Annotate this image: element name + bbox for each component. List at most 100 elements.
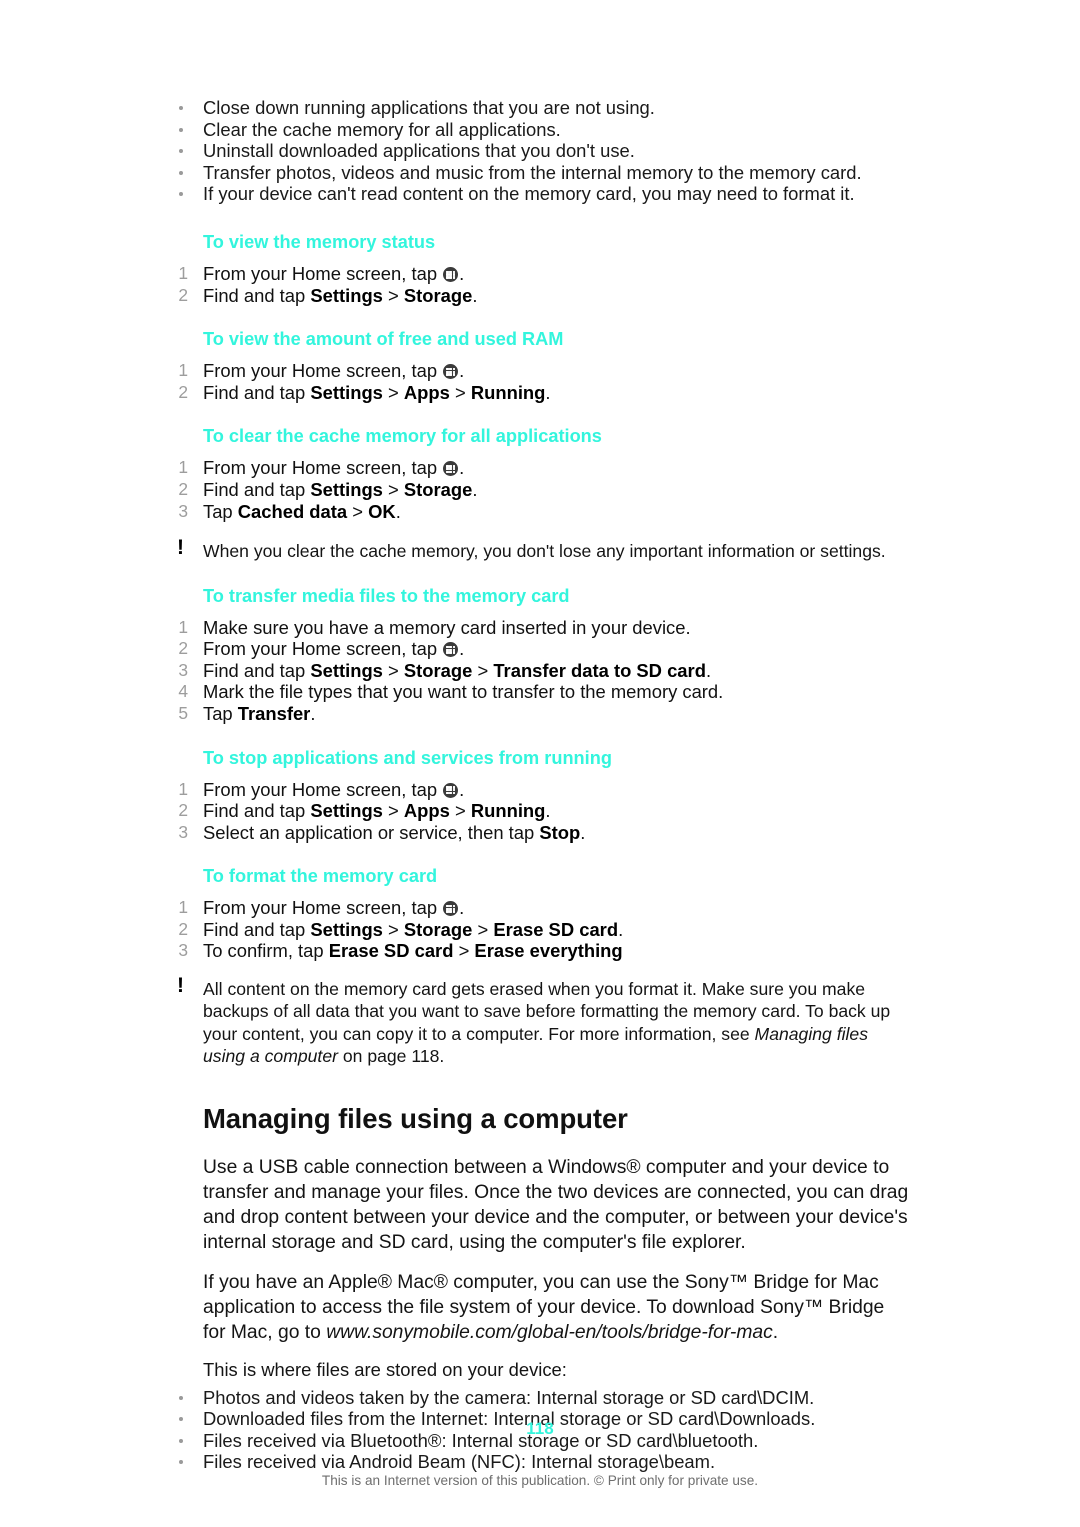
step-item: 1 From your Home screen, tap . xyxy=(170,263,910,285)
ui-path-running: Running xyxy=(470,381,546,403)
page-content: Close down running applications that you… xyxy=(170,97,910,1473)
app-drawer-icon xyxy=(443,642,459,658)
step-text-end: . xyxy=(472,478,478,500)
list-item: Close down running applications that you… xyxy=(170,97,910,119)
ui-path-settings: Settings xyxy=(310,381,383,403)
step-text: From your Home screen, tap xyxy=(203,778,443,800)
procedure-heading-stop-apps: To stop applications and services from r… xyxy=(203,747,612,768)
section-heading: Managing files using a computer xyxy=(203,1102,628,1134)
list-item-text: Close down running applications that you… xyxy=(203,97,655,118)
procedure-steps-clear-cache: 1 From your Home screen, tap . 2 Find an… xyxy=(170,457,910,522)
step-item: 2 Find and tap Settings > Apps > Running… xyxy=(170,382,910,404)
step-text-end: . xyxy=(459,778,465,800)
step-number: 1 xyxy=(178,457,188,478)
step-text: From your Home screen, tap xyxy=(203,262,443,284)
step-text-end: . xyxy=(580,821,586,843)
document-page: Close down running applications that you… xyxy=(0,0,1080,1527)
paragraph-text-end: . xyxy=(772,1321,779,1343)
step-number: 1 xyxy=(178,262,188,283)
memory-tips-list: Close down running applications that you… xyxy=(170,97,910,205)
ui-path-erase-sd-card: Erase SD card xyxy=(493,918,619,940)
step-number: 1 xyxy=(178,778,188,799)
step-item: 2 From your Home screen, tap . xyxy=(170,638,910,660)
step-item: 4 Mark the file types that you want to t… xyxy=(170,681,910,703)
paragraph-usb-cable: Use a USB cable connection between a Win… xyxy=(203,1156,909,1254)
step-number: 2 xyxy=(178,800,188,821)
list-item-text: Clear the cache memory for all applicati… xyxy=(203,118,561,140)
step-text: Find and tap xyxy=(203,381,311,403)
step-number: 1 xyxy=(178,616,188,637)
path-separator: > xyxy=(472,918,494,940)
step-item: 1 Make sure you have a memory card inser… xyxy=(170,617,910,639)
path-separator: > xyxy=(382,284,404,306)
step-text: To confirm, tap xyxy=(203,940,329,962)
step-text: From your Home screen, tap xyxy=(203,457,443,479)
list-item: Photos and videos taken by the camera: I… xyxy=(170,1387,910,1409)
step-number: 4 xyxy=(178,681,188,702)
ui-path-erase-sd-card: Erase SD card xyxy=(328,940,454,962)
ui-path-settings: Settings xyxy=(310,284,383,306)
path-separator: > xyxy=(472,659,494,681)
step-text-end: . xyxy=(459,638,465,660)
path-separator: > xyxy=(453,940,475,962)
step-text-end: . xyxy=(545,381,551,403)
step-text-end: . xyxy=(705,659,712,681)
ui-path-settings: Settings xyxy=(310,918,383,940)
step-text-end: . xyxy=(459,897,465,919)
step-number: 2 xyxy=(178,638,188,659)
step-number: 3 xyxy=(178,659,188,680)
step-text: Find and tap xyxy=(203,918,311,940)
step-item: 5 Tap Transfer. xyxy=(170,703,910,725)
note-format-warning: ! All content on the memory card gets er… xyxy=(170,974,910,1068)
path-separator: > xyxy=(382,918,404,940)
step-text: From your Home screen, tap xyxy=(203,897,443,919)
step-number: 2 xyxy=(178,284,188,305)
step-text: From your Home screen, tap xyxy=(203,638,443,660)
list-item-text: Uninstall downloaded applications that y… xyxy=(203,140,635,162)
storage-locations-lead: This is where files are stored on your d… xyxy=(203,1359,567,1381)
bullet-icon xyxy=(179,192,183,197)
procedure-heading-ram: To view the amount of free and used RAM xyxy=(203,329,564,350)
procedure-steps-stop-apps: 1 From your Home screen, tap . 2 Find an… xyxy=(170,779,910,844)
ui-path-running: Running xyxy=(470,800,546,822)
procedure-heading-clear-cache: To clear the cache memory for all applic… xyxy=(203,426,602,447)
step-number: 3 xyxy=(178,940,188,961)
procedure-steps-transfer-media: 1 Make sure you have a memory card inser… xyxy=(170,617,910,725)
list-item: Files received via Android Beam (NFC): I… xyxy=(170,1451,910,1473)
step-text-end: . xyxy=(459,457,465,479)
bullet-icon xyxy=(179,1460,183,1465)
ui-path-ok: OK xyxy=(368,500,396,522)
path-separator: > xyxy=(382,381,404,403)
step-text: Make sure you have a memory card inserte… xyxy=(203,616,691,638)
step-item: 1 From your Home screen, tap . xyxy=(170,360,910,382)
step-text: Tap xyxy=(203,500,238,522)
step-number: 1 xyxy=(178,360,188,381)
ui-path-stop: Stop xyxy=(539,821,581,843)
path-separator: > xyxy=(382,659,404,681)
list-item: Clear the cache memory for all applicati… xyxy=(170,119,910,141)
step-number: 3 xyxy=(178,500,188,521)
step-text: Mark the file types that you want to tra… xyxy=(203,681,724,703)
step-number: 5 xyxy=(178,702,188,723)
app-drawer-icon xyxy=(443,461,459,477)
copyright-notice: This is an Internet version of this publ… xyxy=(321,1473,759,1488)
note-text: When you clear the cache memory, you don… xyxy=(203,541,886,562)
step-number: 2 xyxy=(178,478,188,499)
step-item: 2 Find and tap Settings > Apps > Running… xyxy=(170,800,910,822)
step-item: 2 Find and tap Settings > Storage. xyxy=(170,479,910,501)
ui-path-storage: Storage xyxy=(403,918,473,940)
step-text-end: . xyxy=(472,284,478,306)
step-item: 3 To confirm, tap Erase SD card > Erase … xyxy=(170,940,910,962)
ui-path-settings: Settings xyxy=(310,800,383,822)
procedure-steps-memory-status: 1 From your Home screen, tap . 2 Find an… xyxy=(170,263,910,306)
list-item-text: Transfer photos, videos and music from t… xyxy=(203,161,862,183)
list-item-text: If your device can't read content on the… xyxy=(203,183,855,205)
procedure-heading-format-card: To format the memory card xyxy=(203,866,438,887)
step-text-end: . xyxy=(459,262,465,284)
step-text: From your Home screen, tap xyxy=(203,360,443,382)
ui-path-transfer-data-sd: Transfer data to SD card xyxy=(493,659,706,681)
step-text: Select an application or service, then t… xyxy=(203,821,540,843)
step-text-end: . xyxy=(459,360,465,382)
procedure-heading-transfer-media: To transfer media files to the memory ca… xyxy=(203,585,570,606)
app-drawer-icon xyxy=(443,266,459,282)
